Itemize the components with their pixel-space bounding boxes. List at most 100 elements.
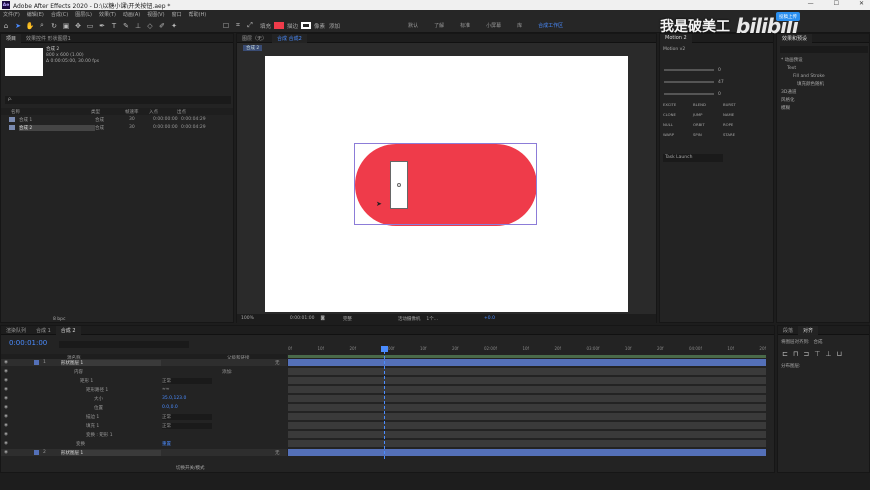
tab-align[interactable]: 对齐 xyxy=(798,325,819,335)
slider-track[interactable] xyxy=(664,93,714,95)
work-area-bar[interactable] xyxy=(288,355,766,358)
align-bottom-icon[interactable]: ⊔ xyxy=(836,350,841,358)
text-tool-icon[interactable]: T xyxy=(109,21,119,31)
effects-tree-item[interactable]: Fill and Stroke xyxy=(781,73,825,81)
align-hcenter-icon[interactable]: ⊓ xyxy=(793,350,798,358)
menu-item[interactable]: 编辑(E) xyxy=(27,11,44,18)
tab-comp-1[interactable]: 合成 1 xyxy=(31,326,56,335)
task-launch-select[interactable]: Task Launch xyxy=(663,154,723,162)
motion-button[interactable]: SPIN xyxy=(693,132,723,137)
zoom-tool-icon[interactable]: ⌕ xyxy=(37,21,47,31)
menu-item[interactable]: 动画(A) xyxy=(123,11,140,18)
layer-duration-bar[interactable] xyxy=(288,359,766,366)
timeline-footer[interactable]: 切换开关/模式 xyxy=(176,465,205,471)
visibility-icon[interactable]: ◉ xyxy=(4,369,12,374)
visibility-icon[interactable]: ◉ xyxy=(4,432,12,437)
property-label[interactable]: 填充 1 xyxy=(86,423,162,429)
slider-value[interactable]: 0 xyxy=(718,92,721,97)
comp-canvas[interactable]: ➤ xyxy=(265,56,628,312)
align-target-select[interactable]: 合成 xyxy=(814,339,823,345)
effects-tree-item[interactable]: 模糊 xyxy=(781,105,825,113)
camera-snapshot-icon[interactable]: ◙ xyxy=(320,316,324,321)
tab-layer[interactable]: 图层（无） xyxy=(237,34,272,43)
workspace-default[interactable]: 默认 xyxy=(408,22,418,29)
blend-mode-select[interactable]: 正常 xyxy=(162,413,212,420)
motion-button[interactable]: BURST xyxy=(723,102,753,107)
property-value[interactable]: 35.0,123.0 xyxy=(162,396,186,401)
align-top-icon[interactable]: ⊤ xyxy=(814,350,820,358)
workspace-standard[interactable]: 标准 xyxy=(460,22,470,29)
property-row[interactable]: ◉ 变换 重置 xyxy=(1,440,287,447)
effects-tree-item[interactable]: Text xyxy=(781,65,825,73)
puppet-tool-icon[interactable]: ✦ xyxy=(169,21,179,31)
menu-item[interactable]: 文件(F) xyxy=(3,11,20,18)
property-track[interactable] xyxy=(288,368,766,375)
property-track[interactable] xyxy=(288,413,766,420)
tab-effects-presets[interactable]: 效果和预设 xyxy=(777,33,813,43)
workspace-small[interactable]: 小屏幕 xyxy=(486,22,501,29)
slider-track[interactable] xyxy=(664,81,714,83)
tab-paragraph[interactable]: 段落 xyxy=(778,326,798,335)
layer-parent-select[interactable]: 无 xyxy=(275,450,280,456)
property-row[interactable]: ◉ 填充 1 正常 xyxy=(1,422,287,429)
bpc-label[interactable]: 8 bpc xyxy=(53,317,65,322)
menu-item[interactable]: 图层(L) xyxy=(75,11,92,18)
tab-render-queue[interactable]: 渲染队列 xyxy=(1,326,31,335)
visibility-icon[interactable]: ◉ xyxy=(4,378,12,383)
pen-tool-icon[interactable]: ✒ xyxy=(97,21,107,31)
slider-value[interactable]: 0 xyxy=(718,68,721,73)
tab-effect-controls[interactable]: 效果控件 形状图层1 xyxy=(21,34,76,43)
timeline-search-input[interactable] xyxy=(59,341,189,348)
menu-item[interactable]: 视图(V) xyxy=(147,11,164,18)
col-fps[interactable]: 帧速率 xyxy=(125,109,149,115)
effects-tree-item[interactable]: 风格化 xyxy=(781,97,825,105)
motion-button[interactable]: ORBIT xyxy=(693,122,723,127)
effects-tree-item[interactable]: 3D通道 xyxy=(781,89,825,97)
zoom-select[interactable]: 100% xyxy=(241,316,254,321)
layer-label-color[interactable] xyxy=(34,450,39,455)
project-search-input[interactable]: ρ. xyxy=(5,96,231,104)
layer-parent-select[interactable]: 无 xyxy=(275,360,280,366)
visibility-icon[interactable]: ◉ xyxy=(4,450,12,455)
property-row[interactable]: ◉ 描边 1 正常 xyxy=(1,413,287,420)
exposure-value[interactable]: +0.0 xyxy=(484,316,495,321)
property-label[interactable]: 内容 xyxy=(74,369,162,375)
property-track[interactable] xyxy=(288,422,766,429)
motion-button[interactable]: NULL xyxy=(663,122,693,127)
property-track[interactable] xyxy=(288,440,766,447)
property-row[interactable]: ◉ 大小 35.0,123.0 xyxy=(1,395,287,402)
camera-tool-icon[interactable]: ▣ xyxy=(61,21,71,31)
reset-button[interactable]: 重置 xyxy=(162,441,171,447)
property-track[interactable] xyxy=(288,377,766,384)
property-row[interactable]: ◉ 矩形 1 正常 xyxy=(1,377,287,384)
tab-motion[interactable]: Motion 2 xyxy=(660,33,692,43)
property-row[interactable]: ◉ 矩形路径 1 ≈≈ xyxy=(1,386,287,393)
visibility-icon[interactable]: ◉ xyxy=(4,387,12,392)
layer-row[interactable]: ◉ 1 形状图层 1 无 xyxy=(1,359,287,366)
blend-mode-select[interactable]: 正常 xyxy=(162,422,212,429)
property-track[interactable] xyxy=(288,386,766,393)
close-button[interactable]: ✕ xyxy=(859,0,864,7)
visibility-icon[interactable]: ◉ xyxy=(4,414,12,419)
selection-tool-icon[interactable]: ➤ xyxy=(13,21,23,31)
layer-name[interactable]: 形状图层 1 xyxy=(61,449,161,456)
tab-project[interactable]: 项目 xyxy=(1,33,22,43)
eraser-tool-icon[interactable]: ◇ xyxy=(145,21,155,31)
pan-tool-icon[interactable]: ✥ xyxy=(73,21,83,31)
camera-select[interactable]: 活动摄像机 xyxy=(398,316,421,322)
property-label[interactable]: 位置 xyxy=(94,405,162,411)
effects-search-input[interactable] xyxy=(780,46,868,53)
property-label[interactable]: 变换 : 矩形 1 xyxy=(86,432,162,438)
brush-tool-icon[interactable]: ✎ xyxy=(121,21,131,31)
blend-mode-select[interactable]: 正常 xyxy=(162,377,212,384)
visibility-icon[interactable]: ◉ xyxy=(4,423,12,428)
timeline-timecode[interactable]: 0:00:01:00 xyxy=(9,339,47,347)
motion-button[interactable]: ROPE xyxy=(723,122,753,127)
col-name[interactable]: 名称 xyxy=(11,109,91,115)
playhead-handle[interactable] xyxy=(381,346,388,352)
visibility-icon[interactable]: ◉ xyxy=(4,405,12,410)
minimize-button[interactable]: — xyxy=(808,0,814,7)
property-track[interactable] xyxy=(288,395,766,402)
add-label[interactable]: 添加 xyxy=(329,22,340,30)
time-ruler[interactable]: 0f10f20f01:00f10f20f02:00f10f20f03:00f10… xyxy=(288,346,766,354)
